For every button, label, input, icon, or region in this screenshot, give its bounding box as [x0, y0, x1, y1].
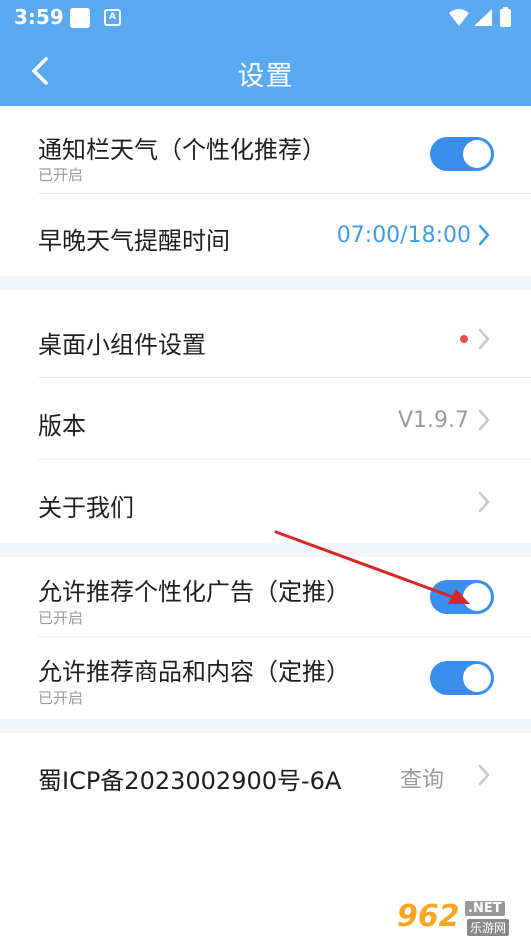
version-value: V1.9.7	[397, 408, 469, 433]
status-time: 3:59	[14, 5, 64, 29]
setting-row-personalized-ads: 允许推荐个性化广告（定推） 已开启	[0, 557, 531, 637]
notify-weather-toggle[interactable]	[430, 137, 494, 171]
toggle-knob	[463, 140, 491, 168]
setting-row-notify-weather: 通知栏天气（个性化推荐） 已开启	[0, 106, 531, 194]
chevron-right-icon	[478, 764, 490, 786]
watermark-logo: 962 .NET 乐游网	[397, 899, 525, 939]
setting-row-products-content: 允许推荐商品和内容（定推） 已开启	[0, 637, 531, 719]
icp-query-link[interactable]: 查询	[400, 762, 444, 794]
row-status: 已开启	[38, 166, 84, 184]
setting-row-version[interactable]: 版本 V1.9.7	[0, 378, 531, 460]
row-title: 允许推荐商品和内容（定推）	[38, 658, 350, 686]
page-title: 设置	[237, 61, 294, 92]
icp-number: 蜀ICP备2023002900号-6A	[38, 767, 342, 795]
row-title: 通知栏天气（个性化推荐）	[38, 136, 326, 164]
personalized-ads-toggle[interactable]	[430, 580, 494, 614]
new-badge-dot	[460, 335, 468, 343]
setting-row-about[interactable]: 关于我们	[0, 460, 531, 543]
section-gap	[0, 719, 531, 733]
section-gap	[0, 276, 531, 290]
setting-row-widget[interactable]: 桌面小组件设置	[0, 290, 531, 378]
battery-icon	[500, 9, 511, 27]
row-title: 允许推荐个性化广告（定推）	[38, 578, 350, 606]
chevron-right-icon	[478, 328, 490, 350]
chevron-right-icon	[478, 409, 490, 431]
chevron-right-icon	[478, 491, 490, 513]
row-title: 关于我们	[38, 494, 134, 522]
wifi-icon	[449, 9, 469, 26]
signal-icon	[474, 9, 492, 26]
row-status: 已开启	[38, 689, 84, 707]
row-title: 早晚天气提醒时间	[38, 227, 230, 255]
row-title: 桌面小组件设置	[38, 331, 206, 359]
products-content-toggle[interactable]	[430, 661, 494, 695]
section-gap	[0, 543, 531, 557]
chevron-right-icon	[478, 224, 490, 246]
row-status: 已开启	[38, 609, 84, 627]
notification-square-icon	[70, 8, 90, 28]
toggle-knob	[463, 664, 491, 692]
notification-app-icon: A	[104, 9, 121, 26]
app-header: 设置	[0, 36, 531, 106]
watermark-number: 962	[397, 899, 460, 934]
setting-row-reminder-time[interactable]: 早晚天气提醒时间 07:00/18:00	[0, 194, 531, 276]
status-bar: 3:59 A	[0, 0, 531, 36]
watermark-net: .NET	[465, 901, 505, 916]
setting-row-icp[interactable]: 蜀ICP备2023002900号-6A 查询	[0, 733, 531, 817]
row-title: 版本	[38, 412, 86, 440]
toggle-knob	[463, 583, 491, 611]
reminder-time-value: 07:00/18:00	[336, 223, 471, 248]
watermark-sub: 乐游网	[467, 919, 510, 936]
status-icons	[449, 7, 511, 27]
